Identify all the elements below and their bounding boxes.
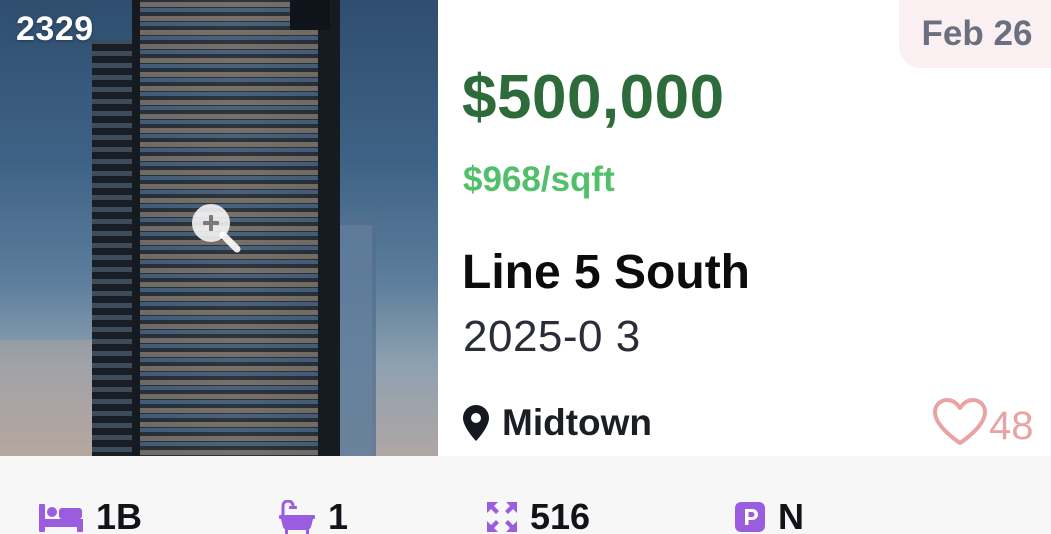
parking-icon	[735, 502, 765, 532]
zoom-in-icon[interactable]	[190, 202, 242, 254]
listing-price: $500,000	[462, 63, 725, 132]
location: Midtown	[462, 402, 652, 444]
size-value: 516	[530, 496, 591, 534]
project-name[interactable]: Line 5 South	[462, 245, 750, 300]
listing-id: 2329	[16, 10, 94, 48]
listing-date-badge: Feb 26	[899, 0, 1051, 68]
favorite-button[interactable]: 48	[931, 394, 1034, 449]
stats-bar: 1B 1 516 N	[0, 456, 1051, 534]
bed-icon	[39, 504, 83, 532]
listing-card[interactable]: 2329 Feb 26 $500,000 $968/sqft Line 5 So…	[0, 0, 1051, 534]
listing-date: Feb 26	[921, 14, 1033, 53]
location-label: Midtown	[502, 402, 653, 443]
stat-baths: 1	[278, 496, 348, 534]
map-pin-icon	[463, 405, 489, 441]
price-per-sqft: $968/sqft	[463, 160, 615, 199]
bathtub-icon	[279, 500, 315, 534]
occupancy-date: 2025-0 3	[463, 312, 641, 361]
heart-outline-icon[interactable]	[931, 397, 989, 447]
listing-photo[interactable]: 2329	[0, 0, 438, 456]
favorite-count: 48	[989, 404, 1034, 448]
stat-parking: N	[734, 496, 804, 534]
stat-beds: 1B	[38, 496, 142, 534]
baths-value: 1	[328, 496, 349, 534]
stat-size: 516	[486, 496, 590, 534]
beds-value: 1B	[96, 496, 143, 534]
expand-arrows-icon	[487, 502, 517, 532]
parking-value: N	[778, 496, 804, 534]
